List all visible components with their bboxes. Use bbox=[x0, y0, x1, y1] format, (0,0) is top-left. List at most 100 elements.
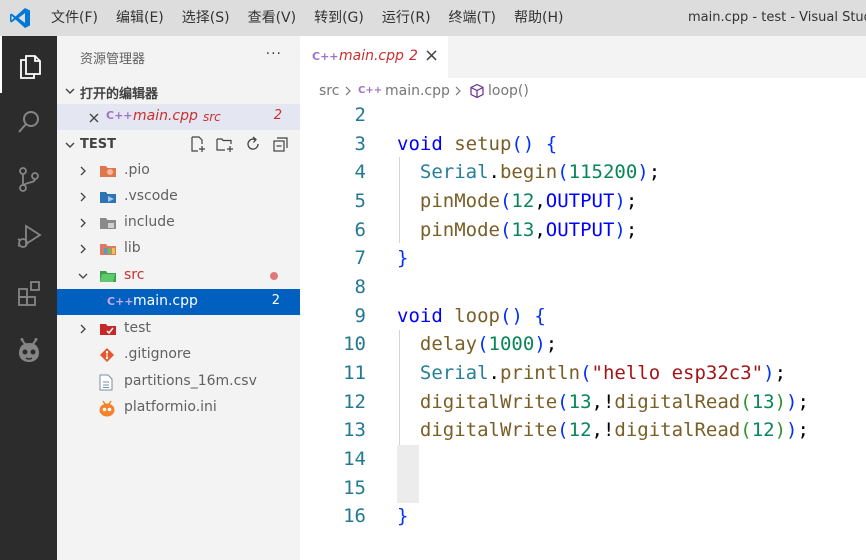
breadcrumb-src[interactable]: src bbox=[319, 83, 339, 99]
new-folder-icon[interactable] bbox=[216, 135, 234, 153]
tree-item-label: src bbox=[124, 267, 145, 283]
explorer-title: 资源管理器 bbox=[80, 52, 146, 67]
git-icon bbox=[100, 348, 114, 362]
folder-lib-icon bbox=[100, 244, 116, 255]
open-editors-header[interactable]: 打开的编辑器 bbox=[57, 78, 300, 104]
chevron-right-icon bbox=[80, 218, 86, 228]
tree-item-platformio-ini[interactable]: platformio.ini bbox=[57, 395, 300, 421]
new-file-icon[interactable] bbox=[189, 135, 207, 153]
close-tab-button[interactable]: × bbox=[424, 45, 439, 66]
extensions-button[interactable] bbox=[0, 264, 57, 321]
line-number: 3 bbox=[354, 133, 366, 155]
line-number: 4 bbox=[354, 161, 366, 183]
tree-item-label: .pio bbox=[124, 162, 150, 178]
open-editor-item[interactable]: C++ main.cpp src 2 bbox=[57, 104, 300, 130]
more-actions-button[interactable]: ··· bbox=[266, 46, 282, 62]
menu-terminal[interactable]: 终端(T) bbox=[440, 0, 505, 36]
code-line: Serial.begin(115200); bbox=[419, 161, 661, 183]
code-line: } bbox=[397, 505, 409, 527]
tree-item-label: .vscode bbox=[124, 188, 178, 204]
tab-problems-count: 2 bbox=[409, 48, 418, 64]
code-line: Serial.println("hello esp32c3"); bbox=[419, 362, 787, 384]
vscode-logo-icon bbox=[10, 8, 30, 28]
tree-item-label: include bbox=[124, 214, 175, 230]
extensions-icon bbox=[17, 280, 40, 306]
explorer-sidebar: 资源管理器 ··· 打开的编辑器 C++ main.cpp src 2 TEST… bbox=[57, 36, 300, 560]
platformio-icon bbox=[18, 337, 39, 362]
problems-count: 2 bbox=[273, 108, 282, 123]
tree-item-gitignore[interactable]: .gitignore bbox=[57, 342, 300, 368]
tree-item-partitions-csv[interactable]: partitions_16m.csv bbox=[57, 369, 300, 395]
workspace-header[interactable]: TEST bbox=[57, 132, 300, 158]
line-number: 9 bbox=[354, 305, 366, 327]
code-line: digitalWrite(12,!digitalRead(12)); bbox=[419, 419, 809, 441]
tree-item-src[interactable]: src bbox=[57, 263, 300, 289]
source-control-icon bbox=[18, 166, 39, 192]
run-debug-button[interactable] bbox=[0, 207, 57, 264]
open-editor-folder: src bbox=[203, 110, 221, 124]
tree-item-include[interactable]: include bbox=[57, 210, 300, 236]
line-number: 2 bbox=[354, 104, 366, 126]
tab-main-cpp[interactable]: C++ main.cpp 2 × bbox=[300, 36, 448, 78]
explorer-icon bbox=[19, 54, 41, 79]
modified-indicator bbox=[270, 272, 278, 280]
open-editor-filename: main.cpp bbox=[133, 108, 198, 124]
code-line: pinMode(12,OUTPUT); bbox=[419, 190, 638, 212]
tree-item-vscode[interactable]: .vscode bbox=[57, 184, 300, 210]
tree-item-main-cpp[interactable]: C++ main.cpp 2 bbox=[57, 289, 300, 315]
tree-item-pio[interactable]: .pio bbox=[57, 158, 300, 184]
menu-edit[interactable]: 编辑(E) bbox=[107, 0, 173, 36]
menu-file[interactable]: 文件(F) bbox=[42, 0, 107, 36]
line-number: 12 bbox=[343, 391, 366, 413]
problems-count: 2 bbox=[271, 293, 280, 308]
code-line: pinMode(13,OUTPUT); bbox=[419, 219, 638, 241]
breadcrumb: src C++ main.cpp loop() bbox=[300, 78, 866, 104]
workspace-label: TEST bbox=[80, 137, 116, 152]
line-number: 10 bbox=[343, 333, 366, 355]
folder-pio-icon bbox=[100, 166, 116, 177]
line-number: 14 bbox=[343, 448, 366, 470]
run-debug-icon bbox=[17, 223, 42, 248]
chevron-down-icon bbox=[78, 273, 88, 279]
folder-src-icon bbox=[100, 271, 116, 282]
menu-selection[interactable]: 选择(S) bbox=[173, 0, 239, 36]
tree-item-test[interactable]: test bbox=[57, 316, 300, 342]
line-number: 6 bbox=[354, 219, 366, 241]
tab-label: main.cpp bbox=[339, 48, 404, 64]
tree-item-lib[interactable]: lib bbox=[57, 236, 300, 262]
tree-item-label: platformio.ini bbox=[124, 399, 217, 415]
cpp-file-icon: C++ bbox=[312, 50, 339, 63]
chevron-down-icon bbox=[65, 88, 75, 94]
code-line: void setup() { bbox=[397, 133, 558, 155]
line-number: 7 bbox=[354, 247, 366, 269]
chevron-right-icon bbox=[80, 192, 86, 202]
code-editor[interactable]: 2 3 4 5 6 7 8 9 10 11 12 13 14 15 16 voi… bbox=[300, 104, 866, 560]
platformio-button[interactable] bbox=[0, 321, 57, 378]
code-line: digitalWrite(13,!digitalRead(13)); bbox=[419, 391, 809, 413]
menu-run[interactable]: 运行(R) bbox=[373, 0, 440, 36]
platformio-file-icon bbox=[99, 400, 115, 417]
open-editors-label: 打开的编辑器 bbox=[80, 87, 159, 102]
menu-view[interactable]: 查看(V) bbox=[239, 0, 306, 36]
search-button[interactable] bbox=[0, 93, 57, 150]
collapse-all-icon[interactable] bbox=[272, 135, 290, 153]
close-icon[interactable] bbox=[88, 112, 100, 124]
folder-test-icon bbox=[100, 324, 116, 335]
line-number: 5 bbox=[354, 190, 366, 212]
chevron-right-icon bbox=[80, 166, 86, 176]
window-title: main.cpp - test - Visual Studi bbox=[688, 10, 866, 25]
menu-help[interactable]: 帮助(H) bbox=[505, 0, 572, 36]
breadcrumb-file[interactable]: main.cpp bbox=[385, 83, 450, 99]
code-line: delay(1000); bbox=[419, 333, 558, 355]
line-number: 8 bbox=[354, 276, 366, 298]
search-icon bbox=[17, 110, 39, 133]
refresh-icon[interactable] bbox=[244, 135, 262, 153]
tree-item-label: main.cpp bbox=[133, 293, 198, 309]
explorer-button[interactable] bbox=[0, 36, 57, 93]
folder-include-icon bbox=[100, 218, 116, 229]
chevron-right-icon bbox=[345, 86, 351, 96]
current-line-highlight bbox=[397, 445, 419, 503]
menu-go[interactable]: 转到(G) bbox=[305, 0, 373, 36]
source-control-button[interactable] bbox=[0, 150, 57, 207]
breadcrumb-symbol[interactable]: loop() bbox=[488, 83, 529, 99]
